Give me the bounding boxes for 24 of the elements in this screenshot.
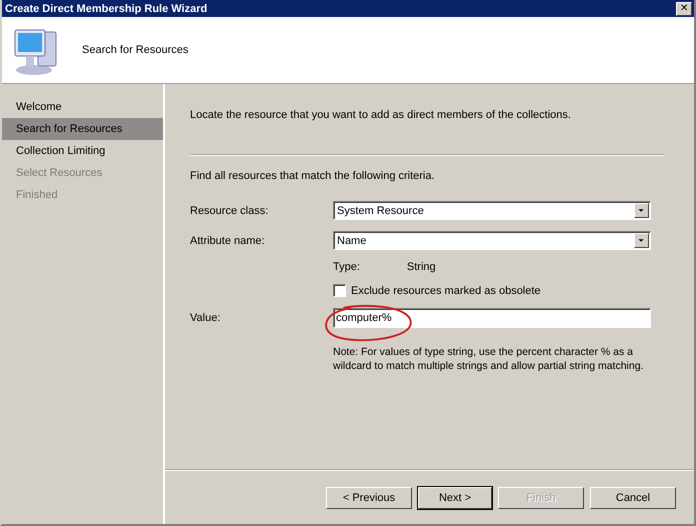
wizard-button[interactable]: < Previous: [326, 487, 412, 509]
resource-class-dropdown[interactable]: System Resource: [333, 201, 651, 220]
field-label: Value:: [190, 312, 222, 324]
field-label: Resource class:: [190, 204, 270, 216]
close-button[interactable]: ✕: [676, 2, 692, 16]
type-value: String: [406, 261, 436, 273]
wizard-step: Finished: [2, 184, 163, 206]
wizard-button[interactable]: Next >: [418, 487, 492, 509]
note-text: Note: For values of type string, use the percent character % as a wildcard to match multiple strings and allow partial string matching.: [333, 345, 644, 373]
checkbox[interactable]: [333, 284, 346, 297]
criteria-text: Find all resources that match the following criteria.: [190, 170, 436, 182]
wizard-step: Search for Resources: [2, 118, 163, 140]
wizard-step: Welcome: [2, 96, 163, 118]
wizard-step: Collection Limiting: [2, 140, 163, 162]
wizard-button[interactable]: Cancel: [590, 487, 676, 509]
attribute-name-dropdown[interactable]: Name: [333, 231, 651, 250]
checkbox-label: Exclude resources marked as obsolete: [351, 284, 541, 296]
value-input[interactable]: computer%: [333, 308, 651, 328]
intro-text: Locate the resource that you want to add as direct members of the collections.: [190, 109, 572, 121]
window-title: Create Direct Membership Rule Wizard: [5, 2, 208, 14]
type-label: Type:: [333, 261, 360, 273]
wizard-step: Select Resources: [2, 162, 163, 184]
page-title: Search for Resources: [82, 44, 188, 56]
field-label: Attribute name:: [190, 234, 266, 246]
